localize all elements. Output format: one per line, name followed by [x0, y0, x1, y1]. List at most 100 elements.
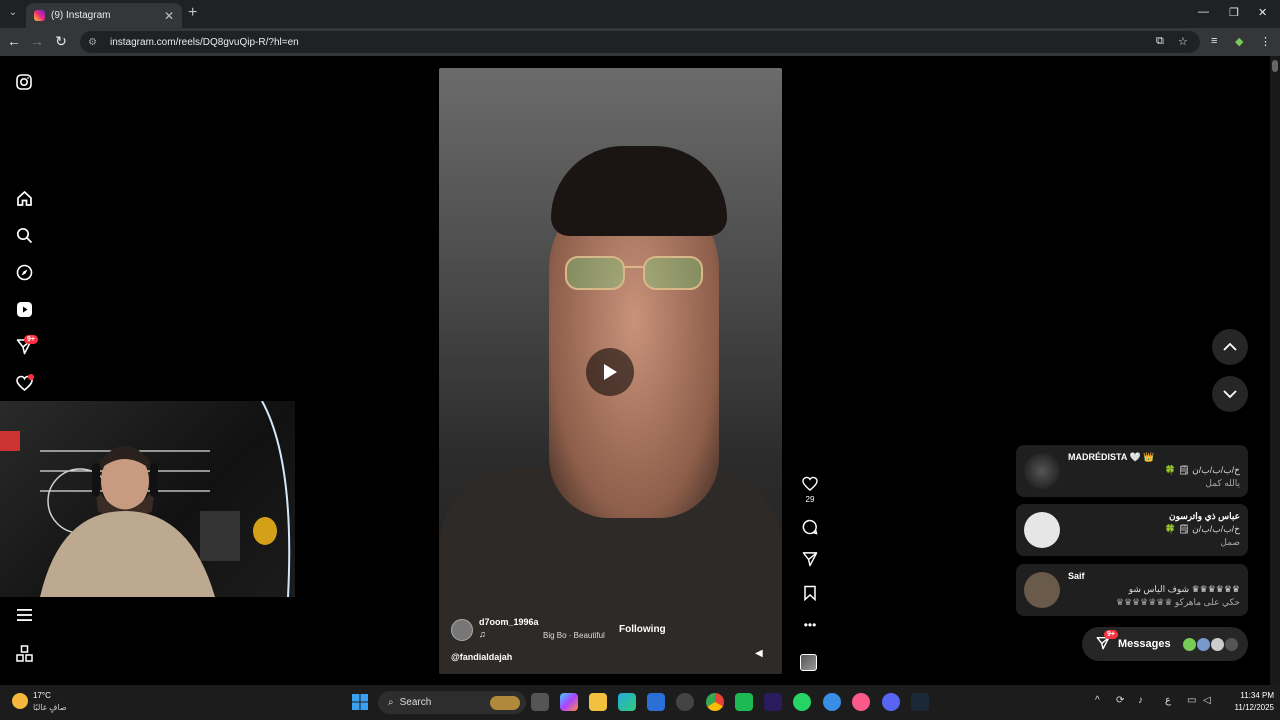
premiere-icon[interactable] [764, 693, 782, 711]
edge-icon[interactable] [618, 693, 636, 711]
search-icon[interactable] [14, 225, 34, 245]
following-button[interactable]: Following [619, 624, 666, 635]
messages-badge: 9+ [24, 335, 38, 344]
close-window-button[interactable]: ✕ [1258, 6, 1267, 19]
message-preview-2: صمل [1220, 537, 1240, 547]
save-icon[interactable] [800, 585, 820, 606]
maximize-button[interactable]: ❐ [1229, 6, 1239, 19]
reels-icon[interactable] [14, 299, 34, 319]
also-from-meta-icon[interactable] [14, 643, 34, 663]
volume-tray-icon[interactable]: ◁ [1203, 695, 1211, 706]
tab-instagram[interactable]: (9) Instagram ✕ [26, 3, 182, 28]
instagram-logo-icon[interactable] [14, 72, 34, 92]
app-green-icon[interactable] [735, 693, 753, 711]
home-icon[interactable] [14, 188, 34, 208]
search-highlight-icon [490, 695, 520, 710]
bookmark-star-icon[interactable]: ☆ [1178, 35, 1188, 48]
messages-label: Messages [1118, 638, 1171, 650]
more-options-icon[interactable]: ••• [800, 618, 820, 632]
message-notification[interactable]: Saif ♛♛♛♛♛♛ شوف الياس شو حكي على ماهركو … [1016, 564, 1248, 616]
discord-icon[interactable] [882, 693, 900, 711]
search-label: Search [399, 697, 432, 708]
explore-icon[interactable] [14, 262, 34, 282]
message-preview: ♛♛♛♛♛♛ شوف الياس شو [1128, 584, 1240, 594]
audio-thumbnail[interactable] [800, 654, 820, 671]
app-icon[interactable] [676, 693, 694, 711]
direct-messages-icon[interactable]: 9+ [14, 335, 38, 356]
network-icon[interactable]: ▭ [1187, 695, 1196, 706]
steam-icon[interactable] [911, 693, 929, 711]
browser-toolbar: ← → ↻ ⚙ instagram.com/reels/DQ8gvuQip-R/… [0, 28, 1280, 56]
message-preview: خ/ب/ب/ب/ن 🗒 🍀 [1164, 524, 1240, 534]
weather-icon [12, 693, 28, 709]
windows-taskbar: 17°C صافٍ غالبًا ⌕ Search ^ ⟳ ♪ ع ▭ ◁ 11… [0, 685, 1280, 720]
microphone-icon[interactable]: ♪ [1138, 695, 1143, 706]
share-icon[interactable] [800, 551, 820, 572]
message-preview-2: يالله كمل [1205, 478, 1240, 488]
music-note-icon: ♫ [479, 629, 486, 639]
comment-icon[interactable] [800, 519, 820, 540]
play-button[interactable] [586, 348, 634, 396]
message-avatars [1182, 637, 1238, 651]
page-scrollbar[interactable] [1270, 56, 1280, 685]
music-icon[interactable] [852, 693, 870, 711]
reel-username[interactable]: d7oom_1996a [479, 617, 539, 627]
menu-icon[interactable]: ⋮ [1260, 35, 1271, 48]
tray-app-icon[interactable]: ⟳ [1116, 695, 1124, 706]
weather-temp: 17°C [33, 691, 51, 700]
tray-overflow-icon[interactable]: ^ [1095, 695, 1100, 706]
tab-close-icon[interactable]: ✕ [164, 9, 174, 23]
app-blue-icon[interactable] [823, 693, 841, 711]
volume-icon[interactable]: ◀︎ [755, 648, 763, 659]
store-icon[interactable] [647, 693, 665, 711]
new-tab-button[interactable]: + [188, 4, 197, 22]
previous-reel-button[interactable] [1212, 329, 1248, 365]
profile-icon[interactable]: ◆ [1235, 35, 1243, 48]
sender-name: Saif [1068, 571, 1085, 581]
reel-video[interactable]: d7oom_1996a ♫ Big Bo · Beautiful Followi… [439, 68, 782, 674]
chrome-icon[interactable] [706, 693, 724, 711]
taskbar-search[interactable]: ⌕ Search [378, 691, 526, 714]
reading-list-icon[interactable]: ≡ [1211, 35, 1217, 47]
direct-messages-icon: 9+ [1096, 629, 1118, 653]
more-menu-icon[interactable] [14, 605, 34, 625]
like-icon[interactable] [800, 476, 820, 496]
tab-title: (9) Instagram [51, 10, 111, 21]
weather-desc: صافٍ غالبًا [33, 703, 67, 712]
sender-avatar [1024, 453, 1060, 489]
site-info-icon[interactable]: ⚙ [88, 37, 100, 48]
messages-pill-badge: 9+ [1104, 629, 1118, 639]
input-language[interactable]: ع [1165, 695, 1171, 706]
notifications-heart-icon[interactable] [14, 373, 34, 393]
instagram-favicon-icon [34, 10, 45, 21]
url-text: instagram.com/reels/DQ8gvuQip-R/?hl=en [110, 36, 299, 48]
whatsapp-icon[interactable] [793, 693, 811, 711]
copilot-icon[interactable] [560, 693, 578, 711]
sender-name: عباس ذي واترسون [1169, 511, 1240, 521]
taskbar-clock[interactable]: 11:34 PM 11/12/2025 [1218, 690, 1274, 714]
start-windows-icon[interactable] [351, 693, 369, 711]
message-notification[interactable]: MADRÉDISTA 🤍 👑 خ/ب/ب/ب/ن 🗒 🍀 يالله كمل [1016, 445, 1248, 497]
reload-button[interactable]: ↻ [52, 33, 70, 50]
reel-author-avatar[interactable] [451, 619, 473, 641]
reel-song[interactable]: Big Bo · Beautiful [543, 631, 605, 640]
message-preview: خ/ب/ب/ب/ن 🗒 🍀 [1164, 465, 1240, 475]
file-explorer-icon[interactable] [589, 693, 607, 711]
task-view-icon[interactable] [531, 693, 549, 711]
minimize-button[interactable]: — [1198, 6, 1209, 18]
tab-search-icon[interactable]: ⌄ [6, 6, 20, 20]
messages-button[interactable]: 9+ Messages [1082, 627, 1248, 661]
back-button[interactable]: ← [5, 33, 23, 49]
next-reel-button[interactable] [1212, 376, 1248, 412]
address-bar[interactable]: ⚙ instagram.com/reels/DQ8gvuQip-R/?hl=en [80, 31, 1200, 53]
sender-avatar [1024, 572, 1060, 608]
weather-widget[interactable]: 17°C صافٍ غالبًا [12, 689, 82, 717]
search-icon: ⌕ [388, 697, 394, 708]
clock-date: 11/12/2025 [1234, 703, 1274, 712]
reel-mention[interactable]: @fandialdajah [451, 652, 512, 662]
notification-dot [28, 374, 34, 380]
install-app-icon[interactable]: ⧉ [1156, 35, 1164, 48]
message-notification[interactable]: عباس ذي واترسون خ/ب/ب/ب/ن 🗒 🍀 صمل [1016, 504, 1248, 556]
webcam-overlay [0, 401, 295, 597]
forward-button[interactable]: → [28, 33, 46, 49]
